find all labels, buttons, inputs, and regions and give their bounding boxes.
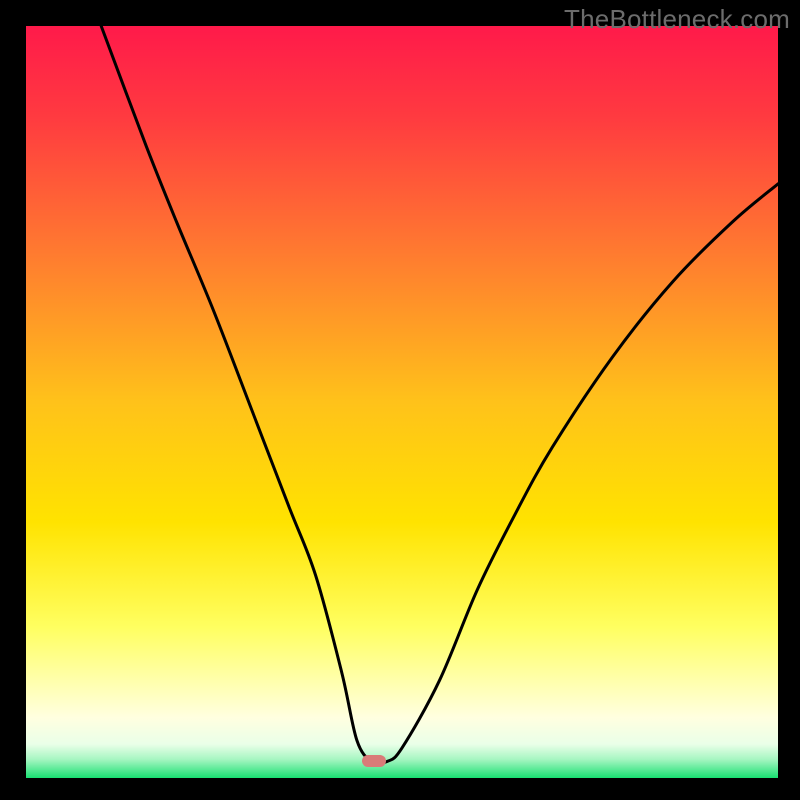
- chart-frame: TheBottleneck.com: [0, 0, 800, 800]
- watermark-text: TheBottleneck.com: [564, 4, 790, 35]
- bottleneck-curve: [26, 26, 778, 778]
- plot-area: [26, 26, 778, 778]
- optimum-marker: [362, 755, 386, 767]
